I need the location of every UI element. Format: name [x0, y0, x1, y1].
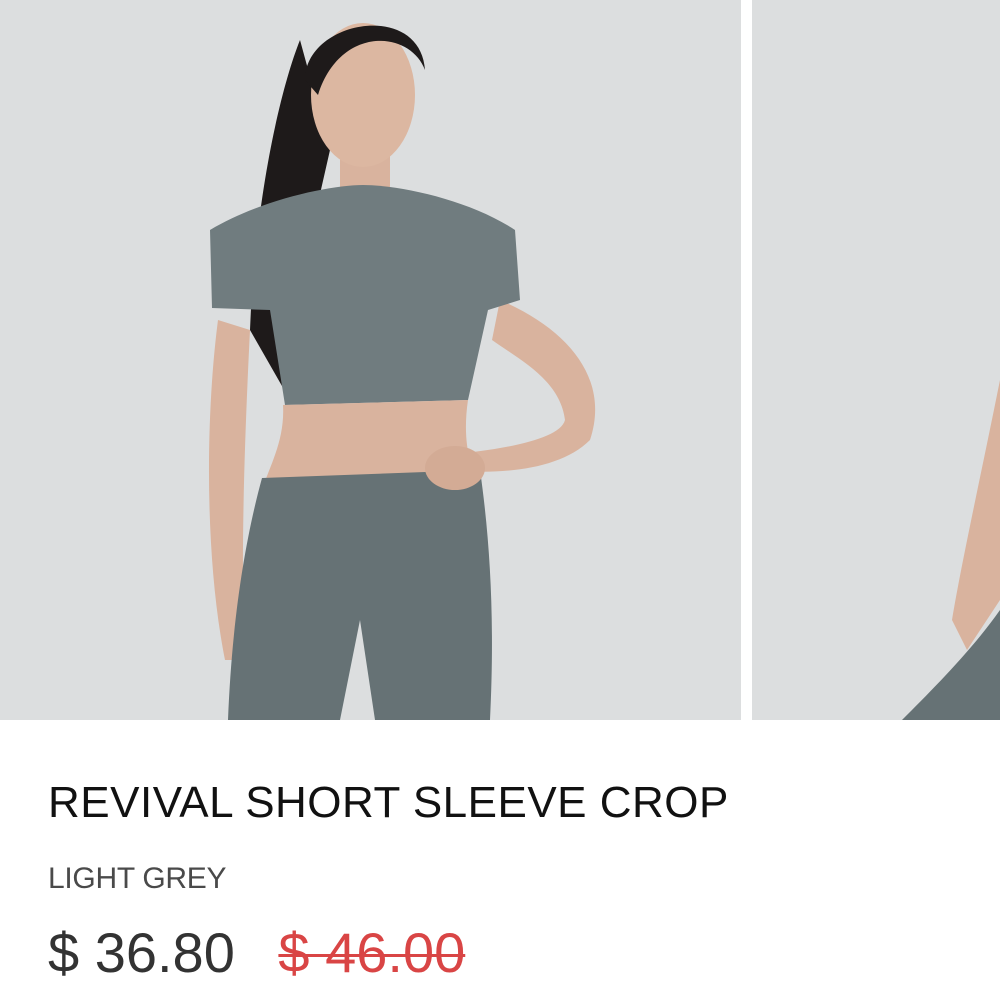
- price-original-strikethrough: $ 46.00: [278, 921, 466, 984]
- model-front-photo: [0, 0, 741, 720]
- product-title: REVIVAL SHORT SLEEVE CROP: [48, 778, 729, 827]
- product-image-next[interactable]: [752, 0, 1000, 720]
- price-row: $ 36.80 $ 46.00: [48, 920, 465, 985]
- product-image-gallery[interactable]: [0, 0, 1000, 720]
- product-image-main[interactable]: [0, 0, 741, 720]
- product-info: REVIVAL SHORT SLEEVE CROP LIGHT GREY $ 3…: [0, 720, 1000, 1000]
- price-current: $ 36.80: [48, 921, 235, 984]
- color-variant-label: LIGHT GREY: [48, 862, 227, 895]
- model-side-photo: [752, 0, 1000, 720]
- product-page: REVIVAL SHORT SLEEVE CROP LIGHT GREY $ 3…: [0, 0, 1000, 1000]
